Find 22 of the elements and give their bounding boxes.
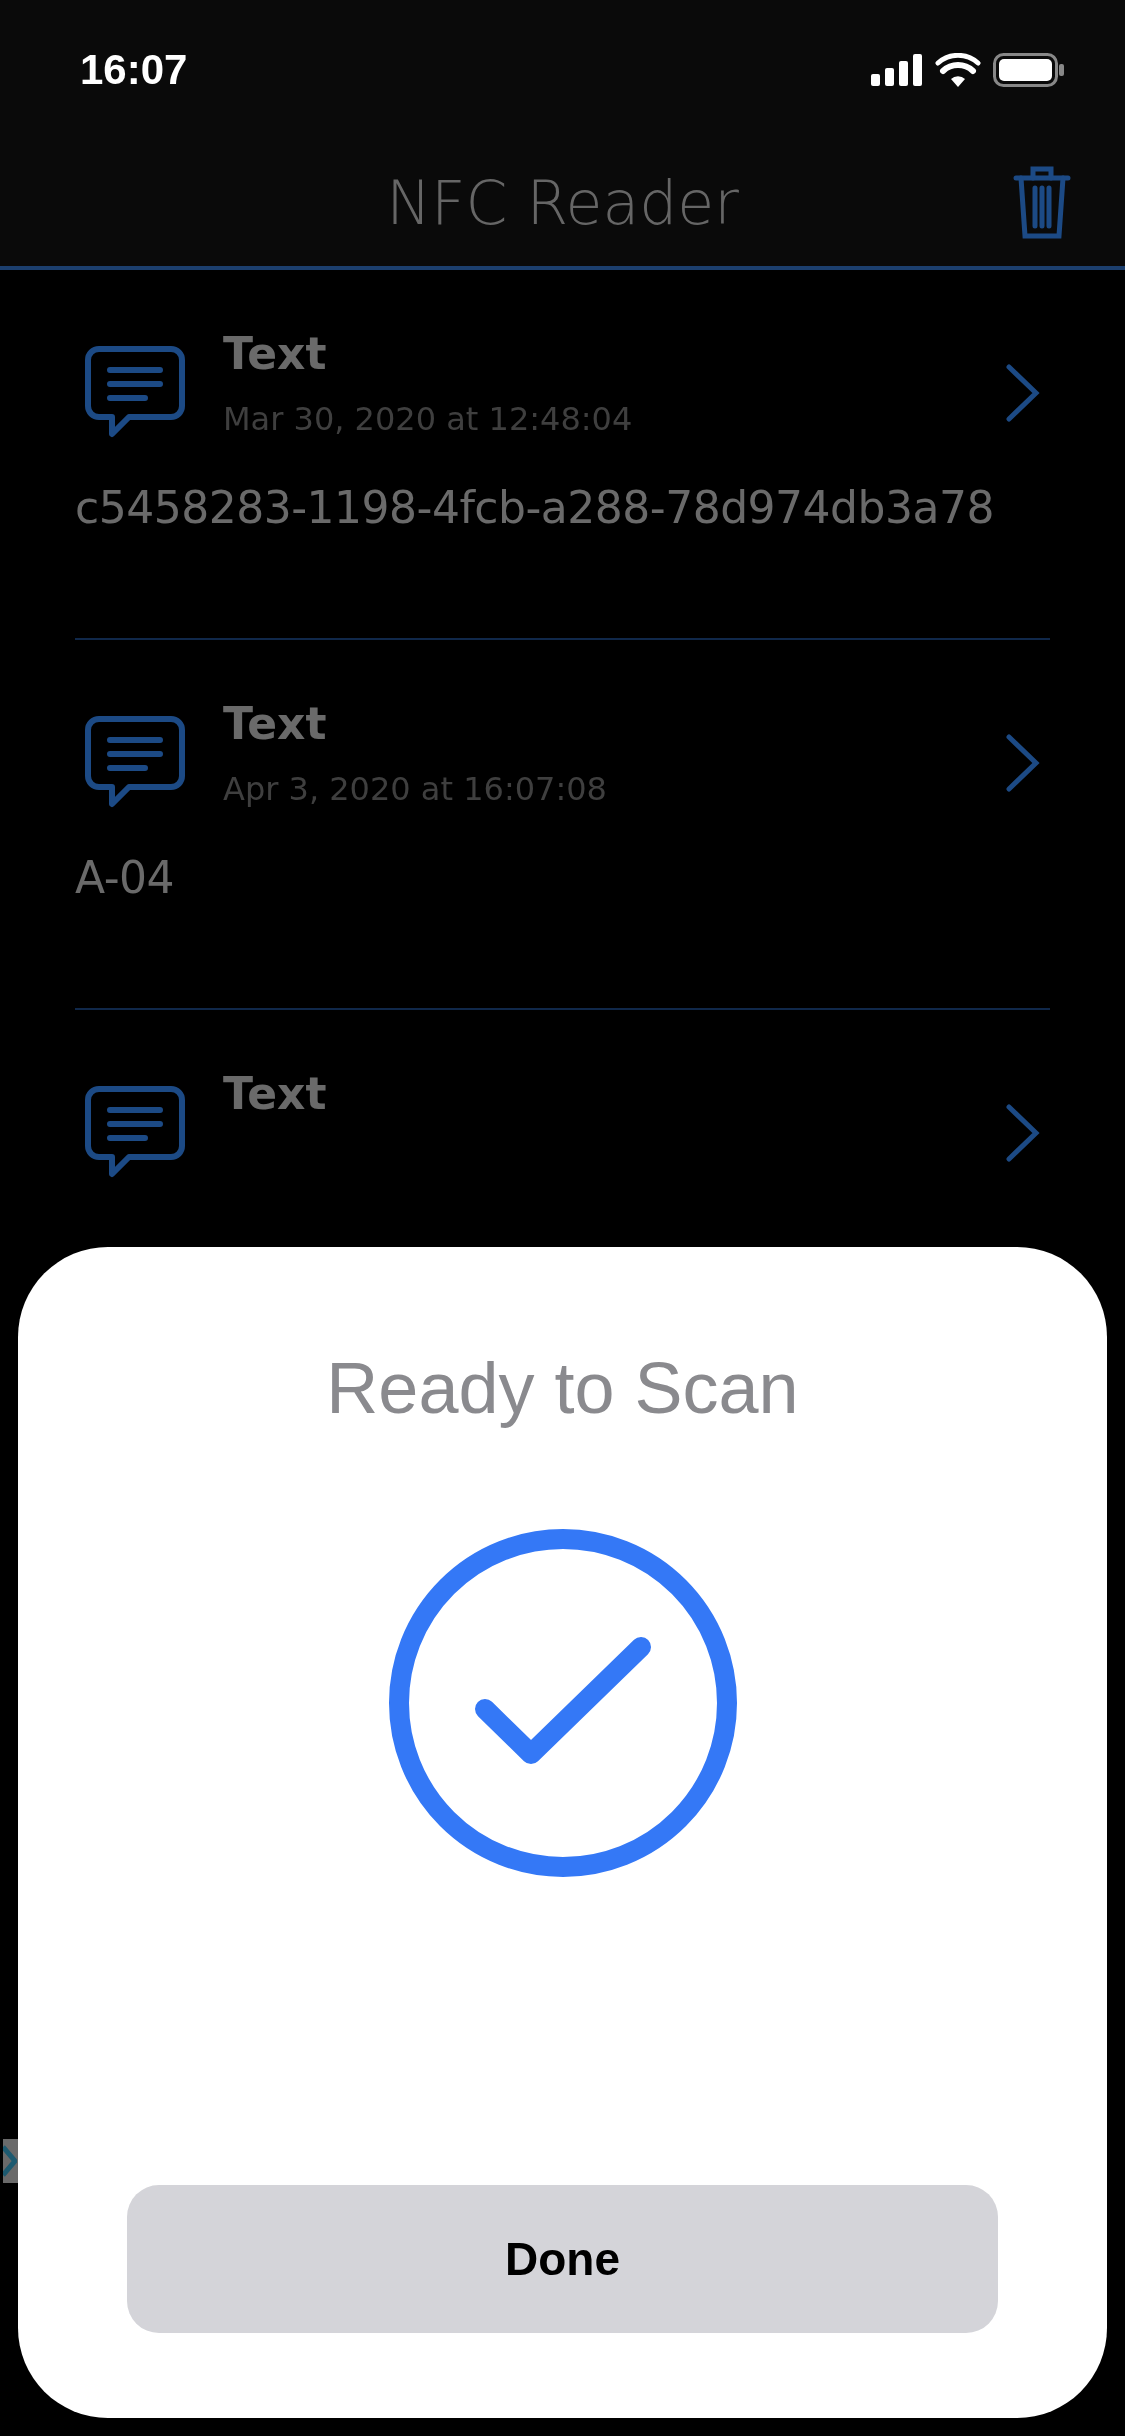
- message-icon: [85, 346, 185, 438]
- chevron-icon[interactable]: [1006, 1104, 1040, 1162]
- chevron-icon[interactable]: [1006, 364, 1040, 422]
- record-value: c5458283-1198-4fcb-a288-78d974db3a78: [75, 482, 995, 533]
- message-icon: [85, 716, 185, 808]
- done-button[interactable]: Done: [127, 2185, 998, 2333]
- wifi-icon: [935, 53, 981, 87]
- chevron-icon[interactable]: [1006, 734, 1040, 792]
- battery-icon: [993, 53, 1065, 87]
- clock-time: 16:07: [80, 46, 188, 94]
- sheet-title: Ready to Scan: [326, 1347, 799, 1429]
- trash-icon[interactable]: [1013, 164, 1071, 240]
- record-type: Text: [223, 697, 328, 751]
- record-type: Text: [223, 327, 328, 381]
- record-date: Mar 30, 2020 at 12:48:04: [223, 400, 634, 438]
- record-date: Apr 3, 2020 at 16:07:08: [223, 770, 608, 808]
- message-icon: [85, 1086, 185, 1178]
- record-value: A-04: [75, 852, 175, 903]
- screen-title: NFC Reader: [386, 168, 739, 238]
- checkmark-icon: [388, 1529, 737, 1877]
- signal-icon: [871, 54, 923, 86]
- record-type: Text: [223, 1067, 328, 1121]
